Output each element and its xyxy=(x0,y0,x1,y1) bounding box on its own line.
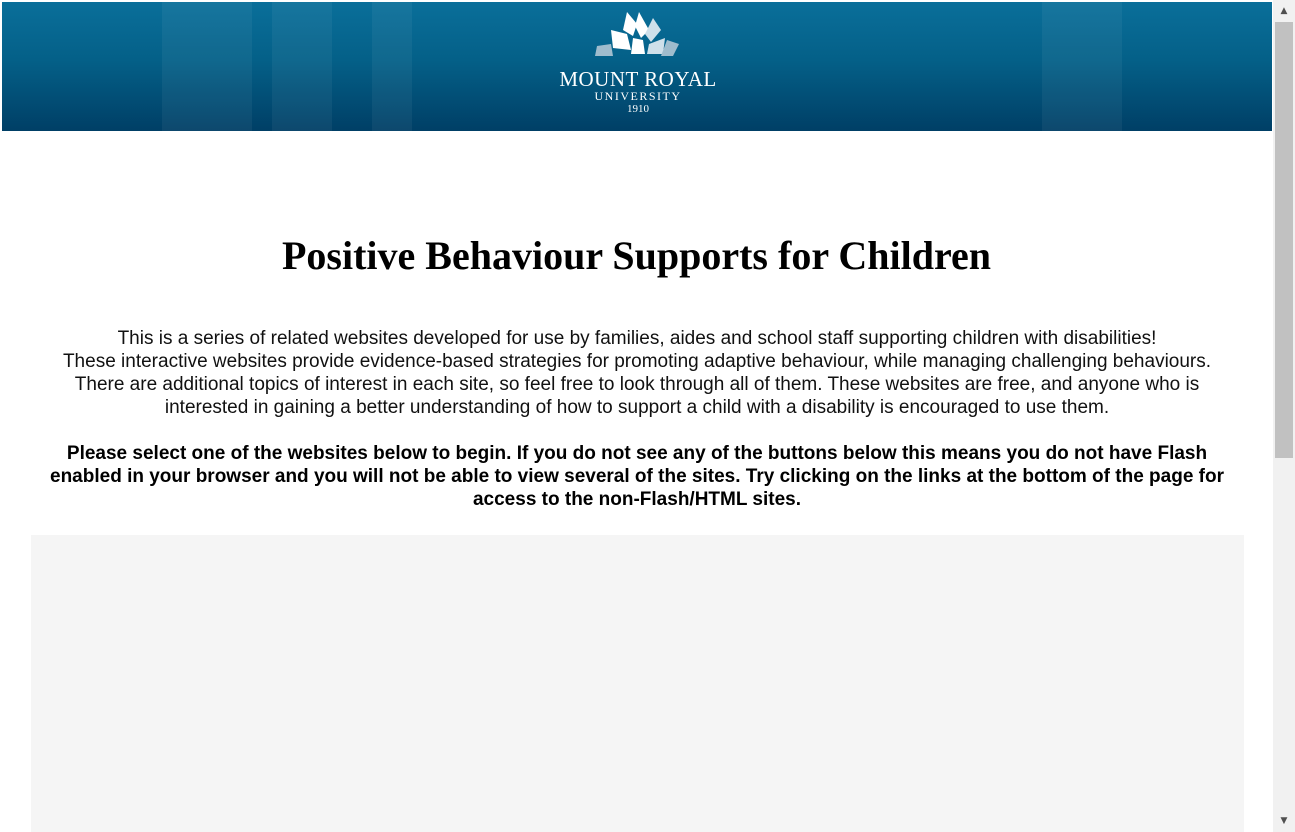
logo-year: 1910 xyxy=(627,103,649,115)
scroll-down-arrow-icon[interactable]: ▼ xyxy=(1273,810,1295,832)
intro-paragraph: This is a series of related websites dev… xyxy=(30,327,1244,419)
flash-instructions: Please select one of the websites below … xyxy=(50,443,1224,510)
banner-decoration xyxy=(1042,2,1122,131)
intro-line: These interactive websites provide evide… xyxy=(62,351,1212,372)
scrollbar-thumb[interactable] xyxy=(1275,22,1293,458)
logo-subtitle: UNIVERSITY xyxy=(594,89,682,103)
flash-content-area[interactable] xyxy=(31,535,1244,832)
page-viewport: MOUNT ROYAL UNIVERSITY 1910 Positive Beh… xyxy=(0,0,1273,832)
intro-line: This is a series of related websites dev… xyxy=(117,328,1157,349)
banner-decoration xyxy=(162,2,252,131)
scroll-up-arrow-icon[interactable]: ▲ xyxy=(1273,0,1295,22)
banner-decoration xyxy=(272,2,332,131)
logo-name: MOUNT ROYAL xyxy=(559,67,717,91)
intro-line: interested in gaining a better understan… xyxy=(164,397,1110,418)
banner-decoration xyxy=(372,2,412,131)
intro-line: There are additional topics of interest … xyxy=(74,374,1200,395)
page-title: Positive Behaviour Supports for Children xyxy=(282,233,991,278)
mru-logo-icon xyxy=(595,12,679,56)
vertical-scrollbar[interactable]: ▲ ▼ xyxy=(1273,0,1295,832)
mount-royal-logo[interactable]: MOUNT ROYAL UNIVERSITY 1910 xyxy=(542,10,734,128)
header-banner: MOUNT ROYAL UNIVERSITY 1910 xyxy=(2,2,1272,131)
